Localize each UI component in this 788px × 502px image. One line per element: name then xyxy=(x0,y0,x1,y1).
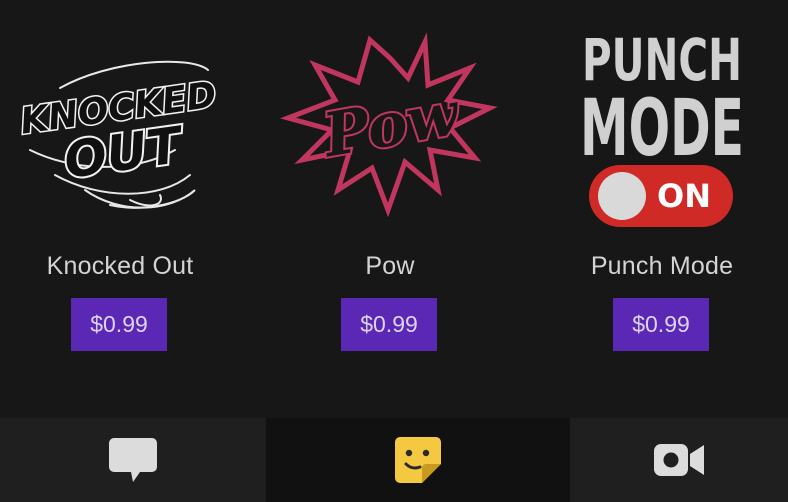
sticker-item-pow[interactable]: Pow Pow $0.99 xyxy=(270,0,510,418)
sticker-icon xyxy=(395,437,441,483)
toggle-knob xyxy=(598,172,646,220)
sticker-shop-grid: KNOCKED OUT Knocked Out $0.99 Pow Pow $0… xyxy=(0,0,788,418)
sticker-name: Punch Mode xyxy=(590,252,734,280)
chat-bubble-icon xyxy=(109,438,157,482)
bottom-tab-bar xyxy=(0,418,788,502)
pow-sticker-image[interactable]: Pow xyxy=(270,0,510,240)
knocked-out-sticker-image[interactable]: KNOCKED OUT xyxy=(0,0,240,240)
buy-knocked-out-button[interactable]: $0.99 xyxy=(71,298,167,351)
sticker-name: Pow xyxy=(365,252,415,280)
video-camera-icon xyxy=(654,444,704,476)
sticker-item-knocked-out[interactable]: KNOCKED OUT Knocked Out $0.99 xyxy=(0,0,240,418)
sticker-item-punch-mode[interactable]: PUNCH MODE ON Punch Mode $0.99 xyxy=(542,0,782,418)
buy-pow-button[interactable]: $0.99 xyxy=(341,298,437,351)
toggle-on-text: ON xyxy=(657,177,711,215)
buy-punch-mode-button[interactable]: $0.99 xyxy=(613,298,709,351)
punch-mode-sticker-image[interactable]: PUNCH MODE ON xyxy=(542,0,782,240)
tab-video[interactable] xyxy=(570,418,788,502)
tab-stickers[interactable] xyxy=(266,418,570,502)
mode-art-text: MODE xyxy=(580,84,744,174)
sticker-name: Knocked Out xyxy=(46,252,194,280)
tab-chat[interactable] xyxy=(0,418,266,502)
pow-art-text: Pow xyxy=(317,78,467,171)
